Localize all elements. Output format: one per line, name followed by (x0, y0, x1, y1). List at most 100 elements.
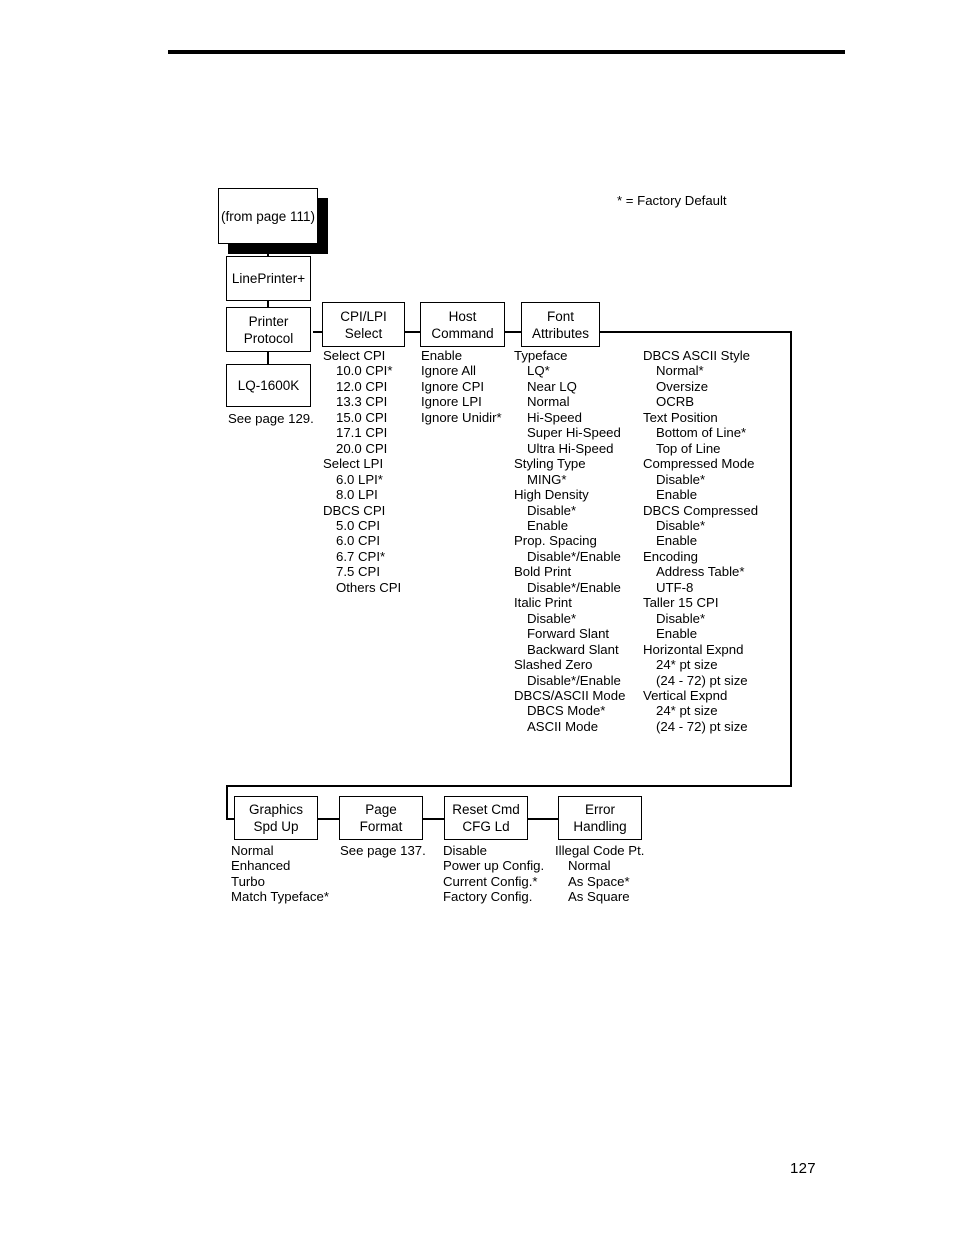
option-item: Typeface (514, 348, 568, 363)
box-reset-cmd-cfg-ld-line2: CFG Ld (462, 819, 510, 834)
box-printer-protocol[interactable]: Printer Protocol (226, 307, 311, 352)
option-item: Select LPI (323, 456, 384, 472)
box-lq-1600k-label: LQ-1600K (237, 378, 300, 393)
option-item: Encoding (643, 548, 698, 564)
options-reset-cmd-cfg-ld: Disable Power up Config. Current Config.* F… (443, 843, 544, 905)
box-cpi-lpi-select[interactable]: CPI/LPI Select (322, 302, 405, 347)
box-graphics-spd-up-line1: Graphics (248, 802, 304, 817)
option-item: MING* (527, 471, 567, 487)
menu-tree-page: * = Factory Default (from page 111) Line… (0, 0, 954, 1235)
option-item: 12.0 CPI (336, 378, 388, 394)
option-item: Hi-Speed (527, 409, 582, 425)
option-item: Disable*/Enable (527, 579, 621, 595)
option-item: UTF-8 (656, 579, 694, 595)
connector-bottom-horizontal (226, 785, 792, 787)
option-item: High Density (514, 487, 589, 503)
option-item: As Space* (568, 873, 630, 889)
option-item: Horizontal Expnd (643, 641, 744, 657)
option-item: Disable*/Enable (527, 672, 621, 688)
connector-reset-error (528, 818, 558, 820)
from-page-box[interactable]: (from page 111) (218, 188, 330, 254)
options-graphics-spd-up: Normal Enhanced Turbo Match Typeface* (231, 843, 329, 905)
option-item: DBCS Compressed (643, 502, 759, 518)
connector-right-vertical (790, 331, 792, 786)
option-item: Enable (656, 533, 698, 549)
option-item: DBCS Mode* (527, 703, 606, 719)
option-item: 6.0 CPI (336, 533, 380, 549)
option-item: Turbo (231, 873, 265, 889)
option-item: (24 - 72) pt size (656, 718, 748, 734)
option-item: Enable (656, 626, 698, 642)
option-item: Slashed Zero (514, 657, 593, 673)
option-item: Text Position (643, 409, 718, 425)
box-printer-protocol-line2: Protocol (243, 330, 294, 346)
option-item: Ignore Unidir* (421, 409, 502, 425)
box-page-format[interactable]: Page Format (339, 796, 423, 840)
box-lineprinter-plus-label: LinePrinter+ (231, 271, 306, 286)
box-font-attributes-line2: Attributes (531, 325, 590, 341)
option-item: 6.7 CPI* (336, 548, 386, 564)
connector-pageformat-reset (423, 818, 444, 820)
option-item: Ultra Hi-Speed (527, 440, 614, 456)
option-item: Vertical Expnd (643, 687, 728, 703)
connector-cpilpi-host (404, 331, 420, 333)
option-item: 6.0 LPI* (336, 471, 383, 487)
option-item: Top of Line (656, 440, 721, 456)
option-item: 24* pt size (656, 657, 718, 673)
option-item: Enhanced (231, 858, 291, 874)
option-item: Bold Print (514, 564, 572, 580)
option-item: DBCS CPI (323, 502, 386, 518)
box-lq-1600k[interactable]: LQ-1600K (226, 364, 311, 407)
option-item: 5.0 CPI (336, 517, 380, 533)
connector-bottom-left-drop (226, 785, 228, 819)
option-item: Ignore CPI (421, 378, 485, 394)
option-item: Forward Slant (527, 626, 610, 642)
box-host-command[interactable]: Host Command (420, 302, 505, 347)
option-item: 13.3 CPI (336, 394, 388, 410)
options-host-command: Enable Ignore All Ignore CPI Ignore LPI Igno… (421, 348, 502, 425)
note-see-page-137: See page 137. (340, 843, 426, 858)
option-item: Disable (443, 843, 487, 858)
option-item: Disable* (656, 471, 706, 487)
box-reset-cmd-cfg-ld[interactable]: Reset Cmd CFG Ld (444, 796, 528, 840)
option-item: Italic Print (514, 595, 572, 611)
option-item: Normal* (656, 363, 704, 379)
connector-graphics-pageformat (318, 818, 339, 820)
option-item: DBCS/ASCII Mode (514, 687, 626, 703)
option-item: Ignore All (421, 363, 476, 379)
option-item: Compressed Mode (643, 456, 755, 472)
option-item: Backward Slant (527, 641, 619, 657)
options-font-attributes: Typeface LQ* Near LQ Normal Hi-Speed Super Hi… (514, 348, 625, 734)
box-graphics-spd-up-line2: Spd Up (253, 819, 299, 834)
box-host-command-line1: Host (448, 308, 477, 324)
factory-default-legend: * = Factory Default (617, 193, 727, 208)
box-font-attributes[interactable]: Font Attributes (521, 302, 600, 347)
box-page-format-line1: Page (365, 802, 397, 817)
option-item: LQ* (527, 363, 550, 379)
box-graphics-spd-up[interactable]: Graphics Spd Up (234, 796, 318, 840)
box-host-command-line2: Command (431, 325, 494, 341)
options-error-handling: Illegal Code Pt. Normal As Space* As Square (555, 843, 644, 905)
page-number: 127 (790, 1160, 816, 1177)
option-item: Illegal Code Pt. (555, 843, 645, 858)
box-cpi-lpi-select-line2: Select (344, 325, 383, 341)
option-item: Oversize (656, 378, 709, 394)
box-error-handling[interactable]: Error Handling (558, 796, 642, 840)
option-item: Super Hi-Speed (527, 425, 621, 441)
option-item: 8.0 LPI (336, 487, 378, 503)
option-item: Prop. Spacing (514, 533, 597, 549)
header-rule (168, 50, 845, 54)
option-item: 10.0 CPI* (336, 363, 393, 379)
box-reset-cmd-cfg-ld-line1: Reset Cmd (452, 802, 520, 817)
option-item: 24* pt size (656, 703, 718, 719)
option-item: Match Typeface* (231, 889, 329, 905)
option-item: Near LQ (527, 378, 577, 394)
option-item: Disable*/Enable (527, 548, 621, 564)
option-item: Address Table* (656, 564, 745, 580)
box-error-handling-line2: Handling (573, 819, 627, 834)
option-item: As Square (568, 889, 630, 905)
box-page-format-line2: Format (359, 819, 403, 834)
option-item: 7.5 CPI (336, 564, 380, 580)
option-item: Enable (421, 348, 463, 363)
box-lineprinter-plus[interactable]: LinePrinter+ (226, 256, 311, 301)
